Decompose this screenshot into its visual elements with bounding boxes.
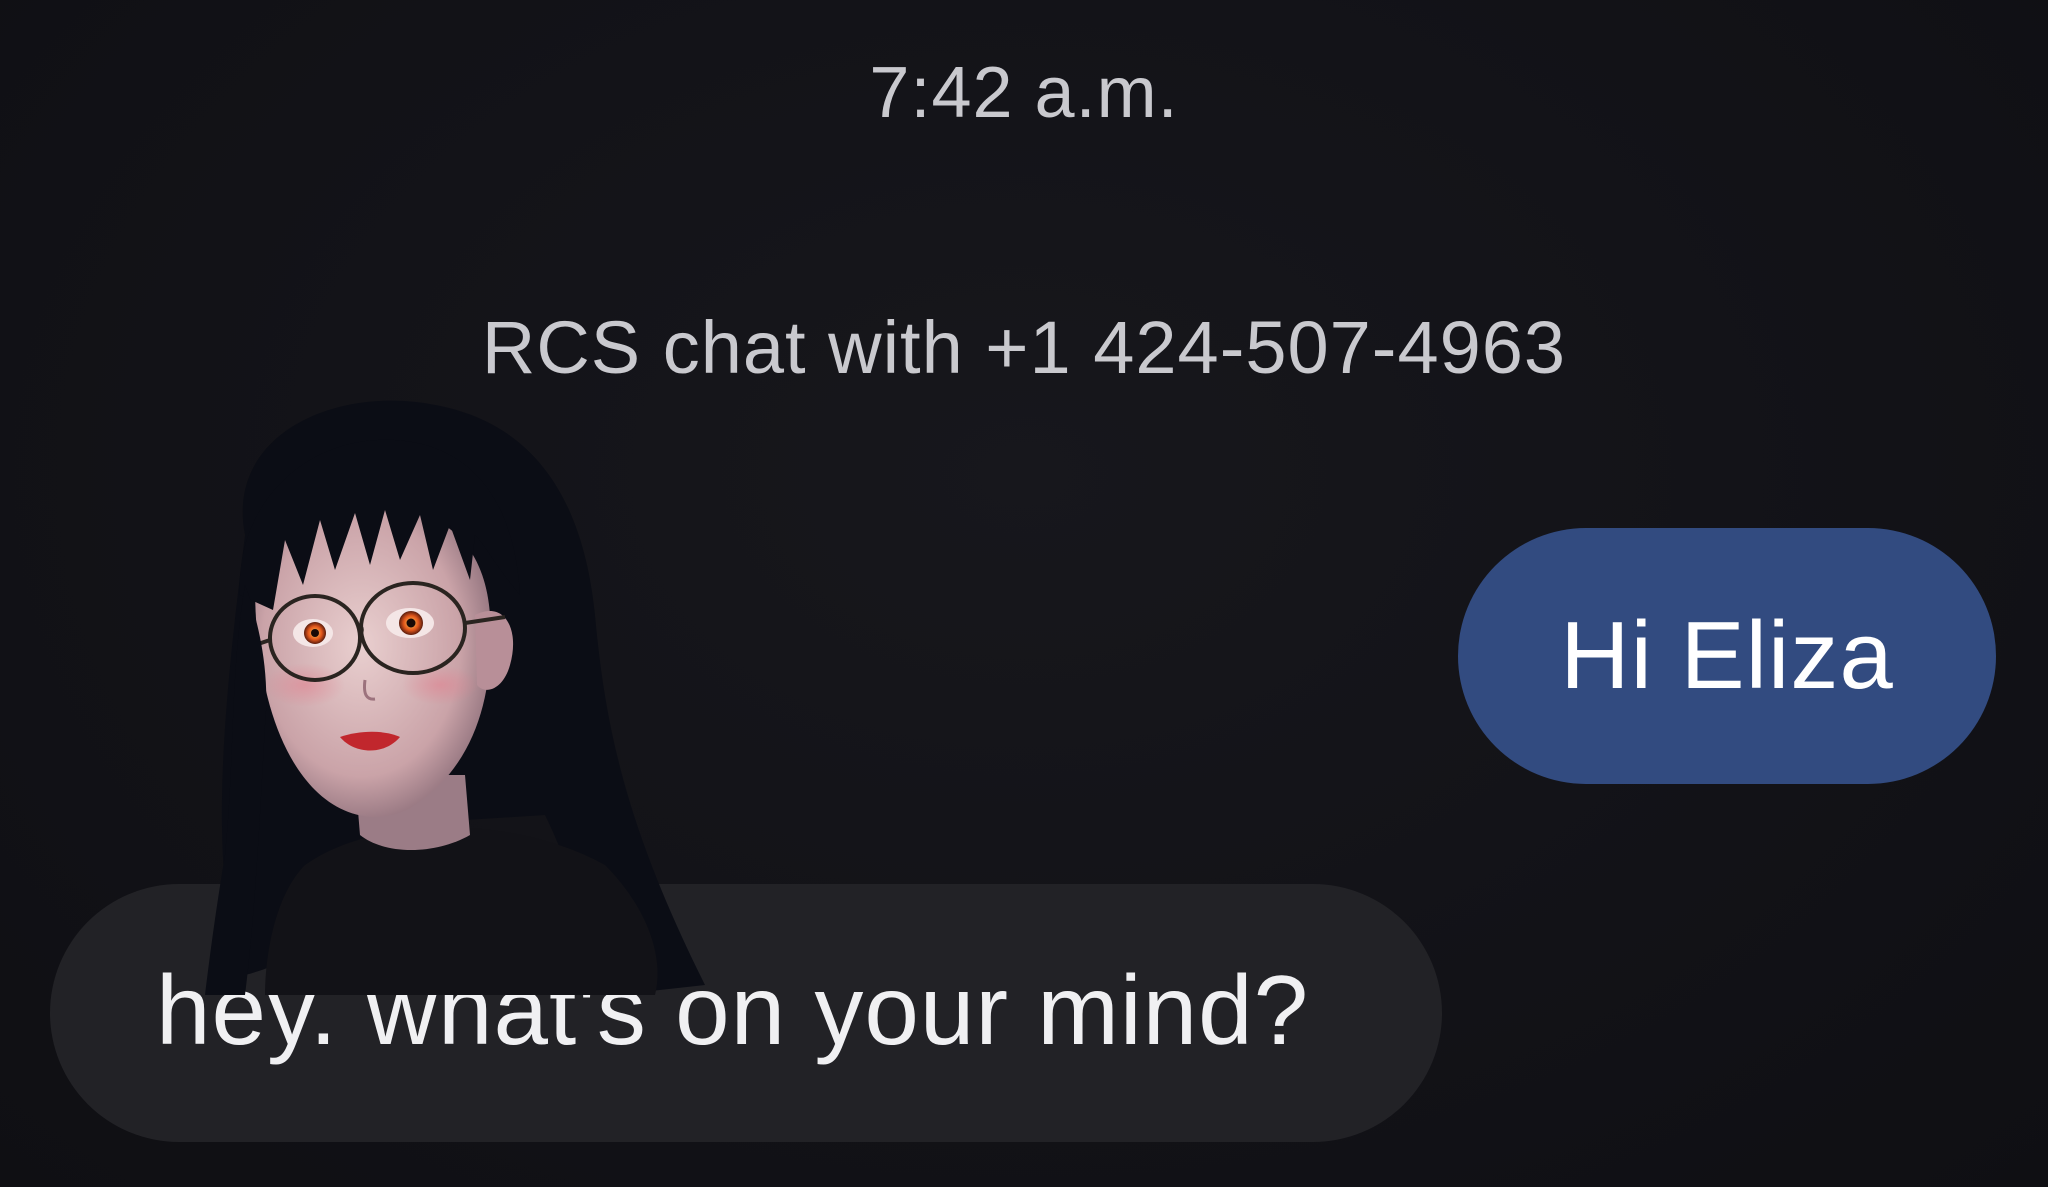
contact-avatar-icon[interactable] — [185, 395, 745, 1015]
message-timestamp: 7:42 a.m. — [869, 53, 1179, 133]
chat-screen: 7:42 a.m. RCS chat with +1 424-507-4963 … — [0, 0, 2048, 1187]
outgoing-message-text: Hi Eliza — [1560, 602, 1894, 709]
outgoing-message-bubble[interactable]: Hi Eliza — [1458, 528, 1996, 784]
chat-info-label[interactable]: RCS chat with +1 424-507-4963 — [0, 305, 2048, 390]
